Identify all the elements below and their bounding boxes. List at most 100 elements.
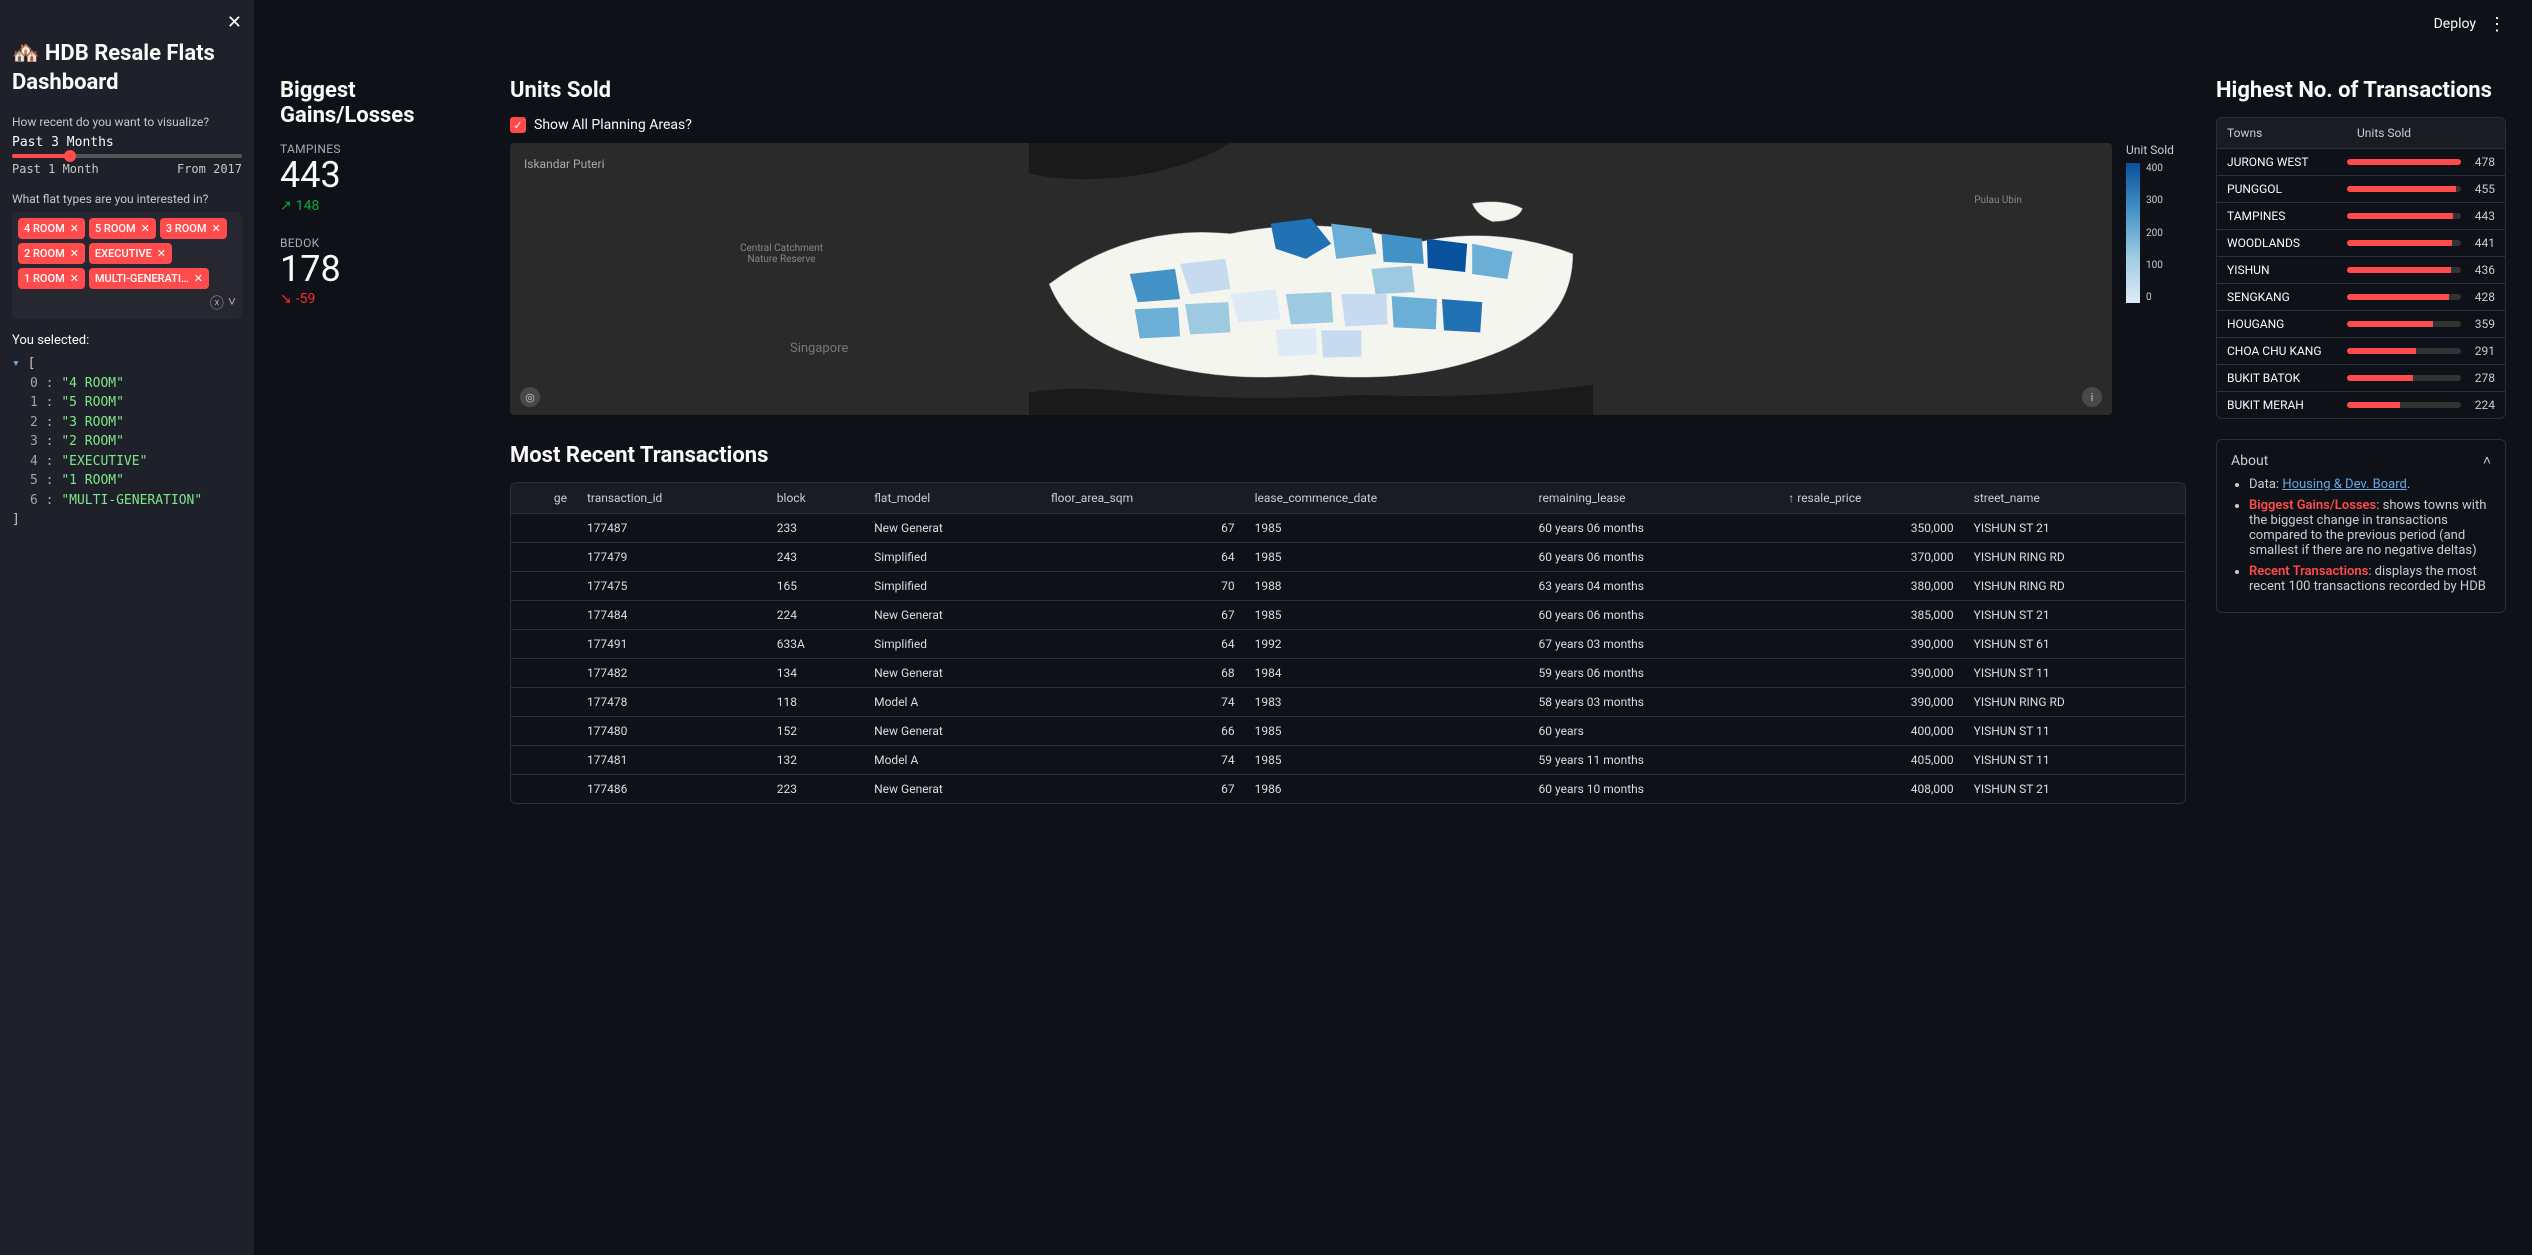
legend-tick: 0 (2146, 292, 2163, 303)
table-header[interactable]: ge (511, 483, 577, 514)
main-content: Deploy ⋮ Biggest Gains/Losses TAMPINES44… (254, 0, 2532, 1255)
rank-row: CHOA CHU KANG291 (2217, 337, 2505, 364)
rank-heading: Highest No. of Transactions (2216, 78, 2506, 103)
about-toggle[interactable]: About ˄ (2231, 452, 2491, 469)
json-view: ▾ [ 0 : "4 ROOM"1 : "5 ROOM"2 : "3 ROOM"… (12, 354, 242, 530)
slider-label: How recent do you want to visualize? (12, 115, 242, 129)
recent-table[interactable]: getransaction_idblockflat_modelfloor_are… (510, 482, 2186, 804)
date-slider[interactable] (12, 154, 242, 158)
rank-table: Towns Units Sold JURONG WEST478PUNGGOL45… (2216, 117, 2506, 419)
choropleth-map[interactable]: Iskandar Puteri Singapore Central Catchm… (510, 143, 2112, 415)
table-row[interactable]: 177478118Model A74198358 years 03 months… (511, 688, 2185, 717)
chip-remove-icon[interactable]: ✕ (141, 222, 150, 235)
chip-remove-icon[interactable]: ✕ (70, 272, 79, 285)
slider-thumb[interactable] (64, 150, 76, 162)
selected-label: You selected: (12, 333, 242, 348)
slider-value: Past 3 Months (12, 135, 242, 150)
kebab-menu-icon[interactable]: ⋮ (2488, 14, 2506, 35)
rank-row: BUKIT MERAH224 (2217, 391, 2505, 418)
chip[interactable]: 5 ROOM✕ (89, 218, 156, 239)
multiselect-label: What flat types are you interested in? (12, 192, 242, 206)
about-heading: About (2231, 453, 2268, 469)
map-info-icon[interactable]: i (2082, 387, 2102, 407)
table-row[interactable]: 177491633ASimplified64199267 years 03 mo… (511, 630, 2185, 659)
map-mapbox-icon[interactable]: ◎ (520, 387, 540, 407)
rank-row: WOODLANDS441 (2217, 229, 2505, 256)
chip-remove-icon[interactable]: ✕ (70, 247, 79, 260)
table-row[interactable]: 177475165Simplified70198863 years 04 mon… (511, 572, 2185, 601)
checkbox-label: Show All Planning Areas? (534, 117, 692, 133)
show-all-checkbox[interactable]: ✓ (510, 117, 526, 133)
legend-gradient (2126, 163, 2140, 303)
legend-tick: 100 (2146, 260, 2163, 271)
about-panel: About ˄ Data: Housing & Dev. Board. Bigg… (2216, 439, 2506, 613)
table-row[interactable]: 177481132Model A74198559 years 11 months… (511, 746, 2185, 775)
sidebar: ✕ 🏘️ HDB Resale Flats Dashboard How rece… (0, 0, 254, 1255)
table-header[interactable]: transaction_id (577, 483, 767, 514)
legend-tick: 300 (2146, 195, 2163, 206)
chip[interactable]: EXECUTIVE✕ (89, 243, 172, 264)
chip-remove-icon[interactable]: ✕ (212, 222, 221, 235)
table-header[interactable]: remaining_lease (1529, 483, 1779, 514)
table-header[interactable]: flat_model (864, 483, 1041, 514)
table-header[interactable]: block (767, 483, 864, 514)
sidebar-title: 🏘️ HDB Resale Flats Dashboard (12, 40, 242, 97)
gains-column: Biggest Gains/Losses TAMPINES443↗148 BEDO… (280, 78, 480, 804)
table-header[interactable]: floor_area_sqm (1041, 483, 1245, 514)
map-legend: Unit Sold 400 300 200 100 0 (2126, 143, 2186, 415)
table-row[interactable]: 177486223New Generat67198660 years 10 mo… (511, 775, 2185, 804)
clear-all-icon[interactable]: ⓧ (210, 293, 224, 313)
flat-type-multiselect[interactable]: 4 ROOM✕5 ROOM✕3 ROOM✕ 2 ROOM✕EXECUTIVE✕1 … (12, 212, 242, 319)
rank-row: YISHUN436 (2217, 256, 2505, 283)
rank-th-units: Units Sold (2347, 118, 2505, 148)
slider-max: From 2017 (177, 162, 242, 176)
json-caret-icon[interactable]: ▾ (12, 356, 20, 371)
chip-remove-icon[interactable]: ✕ (157, 247, 166, 260)
chip[interactable]: 1 ROOM✕ (18, 268, 85, 289)
deploy-button[interactable]: Deploy (2434, 16, 2476, 32)
chip-remove-icon[interactable]: ✕ (70, 222, 79, 235)
metric: BEDOK178↘-59 (280, 236, 480, 308)
arrow-down-icon: ↘ (280, 291, 292, 307)
table-header[interactable]: ↑ resale_price (1778, 483, 1963, 514)
right-column: Highest No. of Transactions Towns Units … (2216, 78, 2506, 804)
arrow-up-icon: ↗ (280, 198, 292, 214)
table-header[interactable]: lease_commence_date (1245, 483, 1529, 514)
about-b1-strong: Biggest Gains/Losses (2249, 498, 2376, 513)
legend-tick: 200 (2146, 228, 2163, 239)
chip[interactable]: 3 ROOM✕ (160, 218, 227, 239)
legend-title: Unit Sold (2126, 143, 2186, 157)
about-b2-strong: Recent Transactions (2249, 564, 2368, 579)
map-column: Units Sold ✓ Show All Planning Areas? (510, 78, 2186, 804)
about-data-label: Data: (2249, 477, 2282, 492)
chip[interactable]: 4 ROOM✕ (18, 218, 85, 239)
map-heading: Units Sold (510, 78, 2186, 103)
chip[interactable]: 2 ROOM✕ (18, 243, 85, 264)
table-row[interactable]: 177479243Simplified64198560 years 06 mon… (511, 543, 2185, 572)
table-row[interactable]: 177482134New Generat68198459 years 06 mo… (511, 659, 2185, 688)
recent-heading: Most Recent Transactions (510, 443, 2186, 468)
about-data-link[interactable]: Housing & Dev. Board (2282, 477, 2407, 492)
chevron-up-icon: ˄ (2483, 452, 2491, 469)
chip[interactable]: MULTI-GENERATI…✕ (89, 268, 209, 289)
map-svg (510, 143, 2112, 415)
slider-fill (12, 154, 70, 158)
metric: TAMPINES443↗148 (280, 142, 480, 214)
close-icon[interactable]: ✕ (227, 12, 242, 33)
topbar: Deploy ⋮ (280, 10, 2506, 38)
table-row[interactable]: 177487233New Generat67198560 years 06 mo… (511, 514, 2185, 543)
table-header[interactable]: street_name (1964, 483, 2185, 514)
rank-row: SENGKANG428 (2217, 283, 2505, 310)
chevron-down-icon[interactable]: ˅ (228, 293, 236, 313)
rank-row: PUNGGOL455 (2217, 175, 2505, 202)
rank-row: JURONG WEST478 (2217, 148, 2505, 175)
gains-heading: Biggest Gains/Losses (280, 78, 480, 128)
table-row[interactable]: 177484224New Generat67198560 years 06 mo… (511, 601, 2185, 630)
rank-row: TAMPINES443 (2217, 202, 2505, 229)
table-row[interactable]: 177480152New Generat66198560 years400,00… (511, 717, 2185, 746)
rank-th-towns: Towns (2217, 118, 2347, 148)
legend-tick: 400 (2146, 163, 2163, 174)
rank-row: BUKIT BATOK278 (2217, 364, 2505, 391)
chip-remove-icon[interactable]: ✕ (194, 272, 203, 285)
slider-min: Past 1 Month (12, 162, 99, 176)
